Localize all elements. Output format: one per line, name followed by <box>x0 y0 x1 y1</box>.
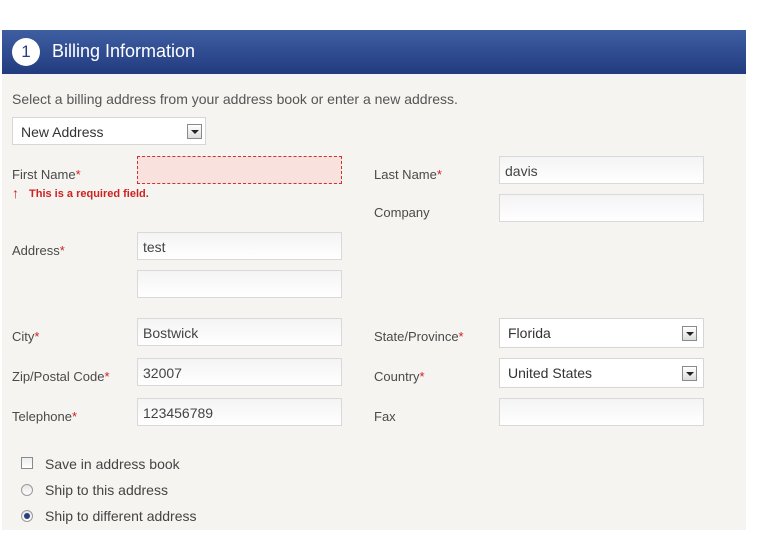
address-label: Address* <box>12 243 65 258</box>
state-select[interactable]: Florida <box>499 318 704 348</box>
country-label: Country* <box>374 369 425 384</box>
state-label: State/Province* <box>374 329 464 344</box>
company-input[interactable] <box>499 194 704 222</box>
ship-to-different-radio[interactable] <box>21 510 33 522</box>
country-select-value: United States <box>508 365 593 381</box>
country-select[interactable]: United States <box>499 358 704 388</box>
fax-label: Fax <box>374 409 396 424</box>
fax-input[interactable] <box>499 398 704 426</box>
state-select-value: Florida <box>508 325 551 341</box>
section-title: Billing Information <box>52 41 196 61</box>
last-name-input[interactable]: davis <box>499 156 704 184</box>
telephone-input[interactable]: 123456789 <box>137 398 342 426</box>
save-address-checkbox[interactable] <box>21 457 33 469</box>
first-name-input[interactable] <box>137 156 342 184</box>
error-arrow-icon: ↑ <box>12 185 19 201</box>
section-header: 1 Billing Information <box>2 30 746 74</box>
save-address-label: Save in address book <box>45 456 180 472</box>
address-line2-input[interactable] <box>137 270 342 298</box>
ship-to-this-radio[interactable] <box>21 484 33 496</box>
telephone-label: Telephone* <box>12 409 78 424</box>
address-book-select-value: New Address <box>21 124 104 140</box>
address-book-select[interactable]: New Address <box>12 117 206 145</box>
company-label: Company <box>374 205 430 220</box>
instructions-text: Select a billing address from your addre… <box>12 91 458 107</box>
first-name-label: First Name* <box>12 167 81 182</box>
ship-to-different-label: Ship to different address <box>45 508 197 524</box>
zip-input[interactable]: 32007 <box>137 358 342 386</box>
ship-to-this-label: Ship to this address <box>45 482 168 498</box>
chevron-down-icon[interactable] <box>187 124 202 139</box>
chevron-down-icon[interactable] <box>682 366 697 381</box>
city-input[interactable]: Bostwick <box>137 318 342 346</box>
last-name-label: Last Name* <box>374 167 442 182</box>
step-number: 1 <box>12 38 40 66</box>
address-line1-input[interactable]: test <box>137 232 342 260</box>
chevron-down-icon[interactable] <box>682 326 697 341</box>
zip-label: Zip/Postal Code* <box>12 369 110 384</box>
city-label: City* <box>12 329 40 344</box>
error-message: This is a required field. <box>29 188 149 200</box>
